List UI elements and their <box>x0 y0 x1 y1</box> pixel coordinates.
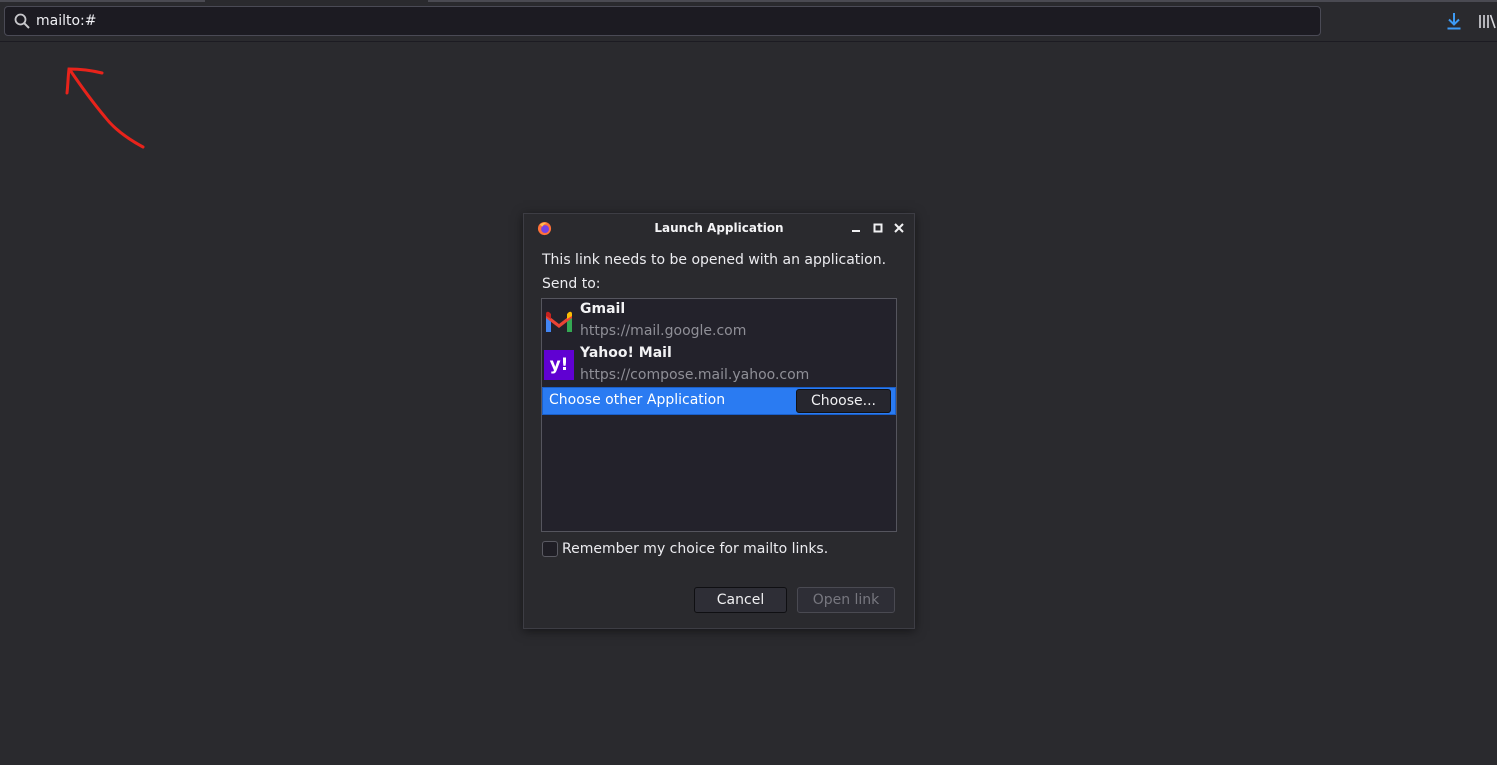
remember-label[interactable]: Remember my choice for mailto links. <box>562 541 828 557</box>
app-url: https://mail.google.com <box>580 323 747 339</box>
application-list[interactable]: Gmail https://mail.google.com y! Yahoo! … <box>541 298 897 532</box>
dialog-titlebar[interactable]: Launch Application <box>524 214 914 242</box>
choose-button[interactable]: Choose... <box>796 389 891 413</box>
app-item-gmail[interactable]: Gmail https://mail.google.com <box>542 299 896 343</box>
cancel-button[interactable]: Cancel <box>694 587 787 613</box>
app-name: Yahoo! Mail <box>580 345 672 361</box>
tab-strip-edge <box>0 0 205 2</box>
app-item-yahoo-mail[interactable]: y! Yahoo! Mail https://compose.mail.yaho… <box>542 343 896 387</box>
url-bar[interactable]: mailto:# <box>4 6 1321 36</box>
gmail-icon <box>546 311 572 332</box>
dialog-message: This link needs to be opened with an app… <box>542 252 887 268</box>
download-icon[interactable] <box>1444 11 1464 31</box>
remember-checkbox[interactable] <box>542 541 558 557</box>
send-to-label: Send to: <box>542 276 601 292</box>
minimize-button[interactable] <box>850 221 862 235</box>
close-button[interactable] <box>893 221 905 235</box>
browser-toolbar: mailto:# <box>0 0 1497 42</box>
search-icon <box>9 7 35 35</box>
choose-other-application-row[interactable]: Choose other Application Choose... <box>542 387 896 415</box>
choose-other-label: Choose other Application <box>549 392 726 408</box>
app-url: https://compose.mail.yahoo.com <box>580 367 810 383</box>
tab-strip-edge <box>428 0 1497 2</box>
app-name: Gmail <box>580 301 626 317</box>
open-link-button[interactable]: Open link <box>797 587 895 613</box>
remember-choice[interactable]: Remember my choice for mailto links. <box>542 540 828 558</box>
launch-application-dialog: Launch Application This link needs to be… <box>523 213 915 629</box>
maximize-button[interactable] <box>872 221 884 235</box>
yahoo-mail-icon: y! <box>544 350 574 380</box>
annotation-arrow <box>65 67 145 149</box>
url-text[interactable]: mailto:# <box>36 13 97 29</box>
library-icon[interactable] <box>1477 11 1497 31</box>
